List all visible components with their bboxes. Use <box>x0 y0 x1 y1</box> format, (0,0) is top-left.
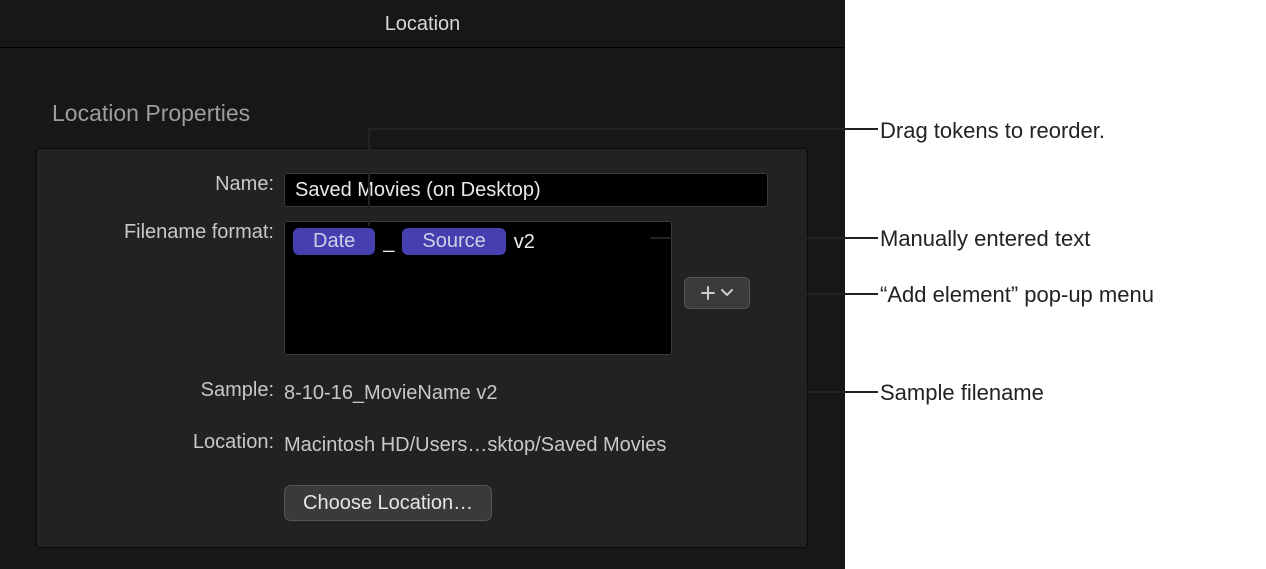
sample-label: Sample: <box>37 379 284 402</box>
manual-text[interactable]: v2 <box>512 228 535 256</box>
callout-line <box>650 237 878 239</box>
callout-line <box>766 293 878 295</box>
format-label: Filename format: <box>37 221 284 244</box>
filename-format-field[interactable]: Date _ Source v2 <box>284 221 672 355</box>
chevron-down-icon <box>721 289 733 297</box>
callout-line <box>368 128 878 130</box>
token-separator: _ <box>381 228 396 256</box>
properties-box: Name: Filename format: Date _ Source v2 <box>36 148 808 548</box>
sample-value: 8-10-16_MovieName v2 <box>284 379 497 407</box>
token-date[interactable]: Date <box>293 228 375 255</box>
callout-manual: Manually entered text <box>880 226 1090 252</box>
callout-sample: Sample filename <box>880 380 1044 406</box>
location-panel: Location Location Properties Name: Filen… <box>0 0 845 569</box>
plus-icon <box>701 286 715 300</box>
callout-line <box>368 128 370 226</box>
choose-location-button[interactable]: Choose Location… <box>284 485 492 521</box>
callout-add: “Add element” pop-up menu <box>880 282 1154 308</box>
panel-title: Location <box>0 0 845 48</box>
name-input[interactable] <box>284 173 768 207</box>
location-value: Macintosh HD/Users…sktop/Saved Movies <box>284 431 666 459</box>
callout-line <box>534 391 878 393</box>
location-label: Location: <box>37 431 284 454</box>
name-label: Name: <box>37 173 284 196</box>
token-source[interactable]: Source <box>402 228 505 255</box>
callout-drag: Drag tokens to reorder. <box>880 118 1105 144</box>
add-element-button[interactable] <box>684 277 750 309</box>
section-title: Location Properties <box>0 48 845 127</box>
